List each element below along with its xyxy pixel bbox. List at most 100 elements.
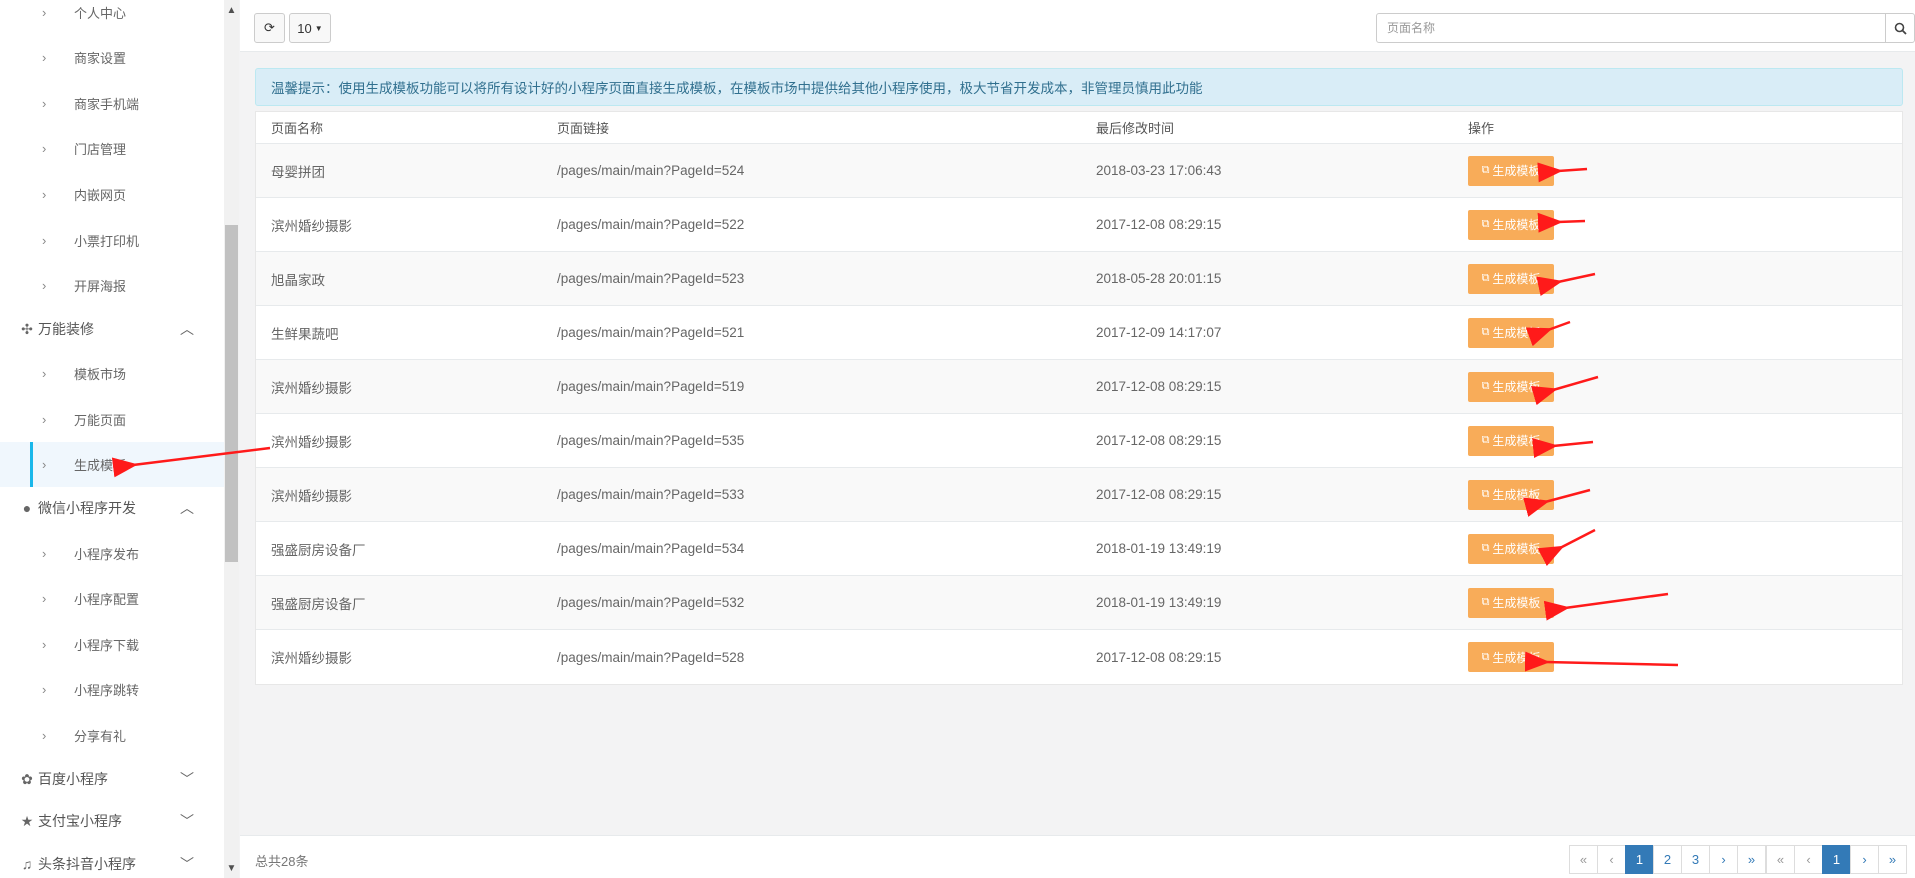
refresh-button[interactable]: ⟳ <box>254 13 285 43</box>
generate-template-button[interactable]: ⧉ 生成模板 <box>1468 533 1554 564</box>
page-link[interactable]: » <box>1737 845 1766 874</box>
generate-template-label: 生成模板 <box>1492 434 1541 448</box>
generate-template-button[interactable]: ⧉ 生成模板 <box>1468 317 1554 348</box>
sidebar-item-label: 小程序发布 <box>74 547 140 562</box>
sidebar-item-label: 商家设置 <box>74 51 127 66</box>
generate-template-button[interactable]: ⧉ 生成模板 <box>1468 642 1554 672</box>
sidebar-item[interactable]: › 分享有礼 <box>0 713 224 758</box>
sidebar-item[interactable]: › 小票打印机 <box>0 218 224 263</box>
last-modified-cell: 2017-12-08 08:29:15 <box>1096 433 1222 448</box>
search-button[interactable] <box>1885 13 1915 43</box>
page-link[interactable]: 2 <box>1653 845 1682 874</box>
table-toolbar: ⟳ 10 ▼ <box>240 0 1915 52</box>
generate-template-label: 生成模板 <box>1492 218 1541 232</box>
page-size-value: 10 <box>297 20 312 36</box>
generate-template-label: 生成模板 <box>1492 650 1541 665</box>
page-link[interactable]: « <box>1766 845 1795 874</box>
page-name-cell: 旭晶家政 <box>271 272 325 288</box>
page-name-cell: 滨州婚纱摄影 <box>271 434 352 450</box>
generate-template-label: 生成模板 <box>1492 542 1541 556</box>
page-link[interactable]: « <box>1569 845 1598 874</box>
sidebar-item[interactable]: › 模板市场 <box>0 351 224 396</box>
sidebar-item[interactable]: › 万能页面 <box>0 397 224 442</box>
external-link-icon: ⧉ <box>1481 218 1490 230</box>
external-link-icon: ⧉ <box>1481 434 1490 446</box>
sidebar-group-label: 支付宝小程序 <box>38 813 122 829</box>
table-row: 强盛厨房设备厂/pages/main/main?PageId=534 2018-0… <box>256 522 1902 576</box>
last-modified-cell: 2017-12-08 08:29:15 <box>1096 379 1222 394</box>
music-icon: ♫ <box>21 856 33 872</box>
sidebar-group[interactable]: ✣ 万能装修 ︿ <box>0 308 224 350</box>
generate-template-button[interactable]: ⧉ 生成模板 <box>1468 587 1554 618</box>
sidebar-item[interactable]: › 小程序跳转 <box>0 667 224 712</box>
page-link-cell: /pages/main/main?PageId=535 <box>557 433 745 448</box>
sidebar-item[interactable]: › 小程序发布 <box>0 531 224 576</box>
sidebar-item-label: 商家手机端 <box>74 97 140 112</box>
page-link[interactable]: » <box>1878 845 1907 874</box>
generate-template-button[interactable]: ⧉ 生成模板 <box>1468 209 1554 240</box>
sidebar-item[interactable]: › 门店管理 <box>0 126 224 171</box>
table-row: 滨州婚纱摄影/pages/main/main?PageId=519 2017-12… <box>256 360 1902 414</box>
generate-template-button[interactable]: ⧉ 生成模板 <box>1468 371 1554 402</box>
generate-template-button[interactable]: ⧉ 生成模板 <box>1468 263 1554 294</box>
header-page-link: 页面链接 <box>557 121 610 136</box>
search-input[interactable] <box>1376 13 1886 43</box>
chevron-right-icon: › <box>42 278 47 293</box>
chevron-right-icon: › <box>42 5 47 20</box>
scroll-down-icon[interactable]: ▼ <box>224 862 239 876</box>
page-name-cell: 滨州婚纱摄影 <box>271 488 352 504</box>
page-link[interactable]: 1 <box>1822 845 1851 874</box>
page-link[interactable]: › <box>1709 845 1738 874</box>
sidebar-item[interactable]: › 内嵌网页 <box>0 172 224 217</box>
sidebar-item[interactable]: › 小程序配置 <box>0 576 224 621</box>
arrows-icon: ✣ <box>21 320 33 337</box>
chevron-down-icon: ﹀ <box>180 813 194 829</box>
sidebar-item-label: 分享有礼 <box>74 729 127 744</box>
table-row: 母婴拼团/pages/main/main?PageId=524 2018-03-2… <box>256 144 1902 198</box>
page-size-dropdown[interactable]: 10 ▼ <box>289 13 331 43</box>
sidebar-group[interactable]: ● 微信小程序开发 ︿ <box>0 487 224 529</box>
generate-template-button[interactable]: ⧉ 生成模板 <box>1468 155 1554 186</box>
page-link[interactable]: 3 <box>1681 845 1710 874</box>
table-row: 旭晶家政/pages/main/main?PageId=523 2018-05-2… <box>256 252 1902 306</box>
chevron-right-icon: › <box>42 412 47 427</box>
sidebar-scrollbar-thumb[interactable] <box>225 225 238 562</box>
wechat-icon: ● <box>22 500 32 516</box>
chevron-right-icon: › <box>42 96 47 111</box>
sidebar-item[interactable]: › 小程序下载 <box>0 622 224 667</box>
table-row: 滨州婚纱摄影/pages/main/main?PageId=522 2017-12… <box>256 198 1902 252</box>
generate-template-button[interactable]: ⧉ 生成模板 <box>1468 479 1554 510</box>
header-page-name: 页面名称 <box>271 121 324 136</box>
total-count: 总共28条 <box>255 854 309 869</box>
scroll-up-icon[interactable]: ▲ <box>224 4 239 18</box>
page-link[interactable]: ‹ <box>1794 845 1823 874</box>
page-name-cell: 滨州婚纱摄影 <box>271 218 352 234</box>
sidebar-group-label: 百度小程序 <box>38 771 108 787</box>
sidebar-item-label: 小程序配置 <box>74 592 140 607</box>
header-last-modified: 最后修改时间 <box>1096 121 1175 136</box>
page-link-cell: /pages/main/main?PageId=524 <box>557 163 745 178</box>
sidebar-item[interactable]: › 商家手机端 <box>0 81 224 126</box>
chevron-right-icon: › <box>42 637 47 652</box>
sidebar-item[interactable]: › 生成模板 <box>0 442 224 487</box>
page-link-cell: /pages/main/main?PageId=519 <box>557 379 745 394</box>
sidebar-item[interactable]: › 开屏海报 <box>0 263 224 308</box>
sidebar-group[interactable]: ♫ 头条抖音小程序 ﹀ <box>0 843 224 878</box>
sidebar-item-label: 开屏海报 <box>74 279 127 294</box>
page-link[interactable]: ‹ <box>1597 845 1626 874</box>
tip-alert: 温馨提示：使用生成模板功能可以将所有设计好的小程序页面直接生成模板，在模板市场中… <box>255 68 1903 106</box>
page-link[interactable]: › <box>1850 845 1879 874</box>
page-name-cell: 滨州婚纱摄影 <box>271 651 352 666</box>
last-modified-cell: 2018-05-28 20:01:15 <box>1096 271 1222 286</box>
table-row: 滨州婚纱摄影/pages/main/main?PageId=528 2017-12… <box>256 630 1902 684</box>
sidebar-group-label: 头条抖音小程序 <box>38 856 136 872</box>
sidebar-group-label: 微信小程序开发 <box>38 500 136 516</box>
sidebar-group[interactable]: ✿ 百度小程序 ﹀ <box>0 758 224 800</box>
generate-template-button[interactable]: ⧉ 生成模板 <box>1468 425 1554 456</box>
sidebar-item-label: 门店管理 <box>74 142 127 157</box>
page-link[interactable]: 1 <box>1625 845 1654 874</box>
sidebar-group[interactable]: ★ 支付宝小程序 ﹀ <box>0 800 224 842</box>
chevron-right-icon: › <box>42 591 47 606</box>
sidebar-item[interactable]: › 个人中心 <box>0 0 224 35</box>
sidebar-item[interactable]: › 商家设置 <box>0 35 224 80</box>
